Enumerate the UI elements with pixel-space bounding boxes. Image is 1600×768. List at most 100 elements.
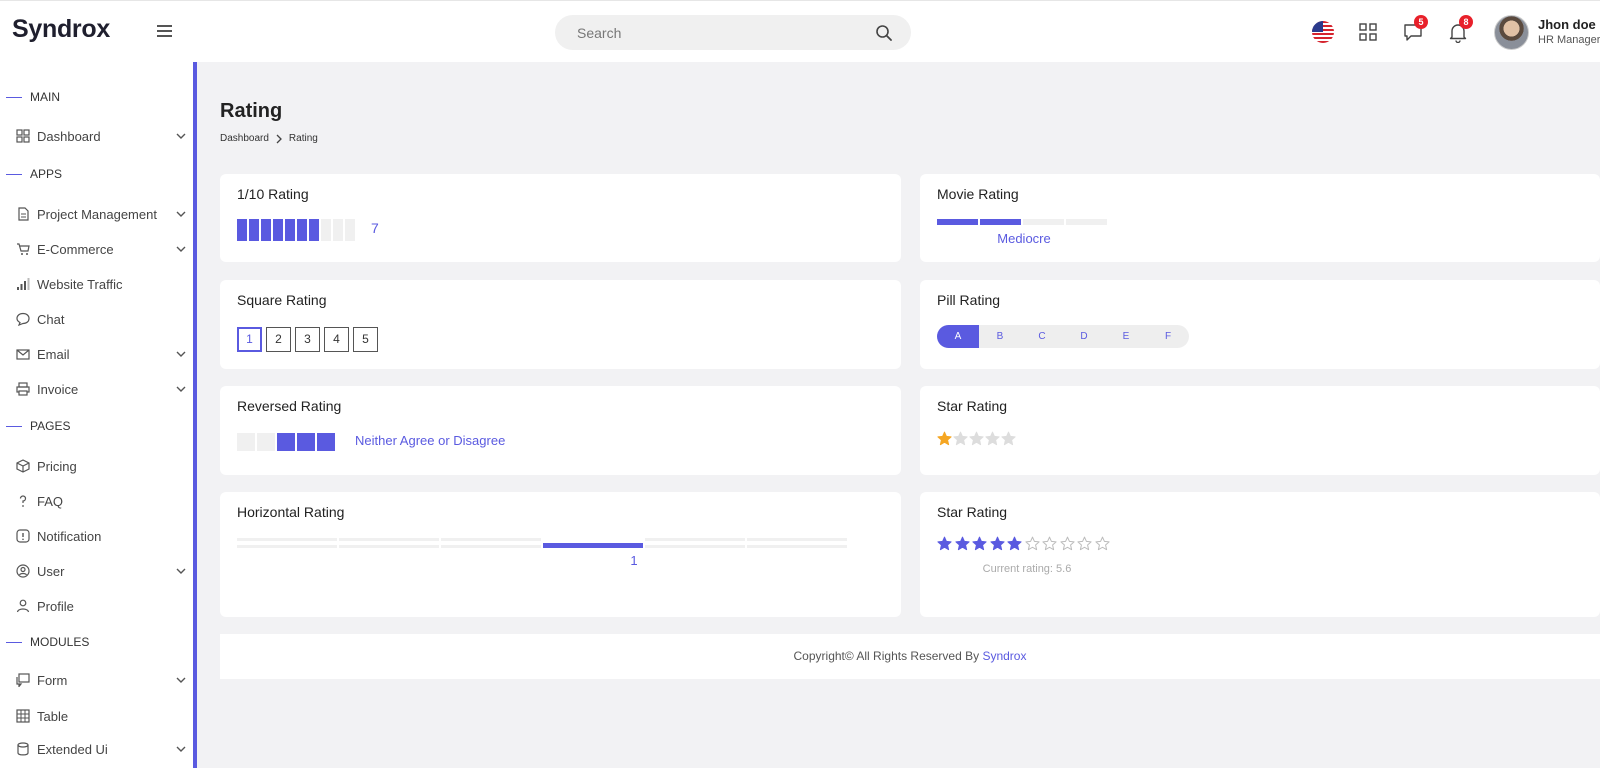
rating-bar-3[interactable] [261, 219, 271, 241]
sidebar-item-ecommerce[interactable]: E-Commerce [16, 238, 186, 260]
star-icon-2[interactable] [954, 536, 970, 551]
rating-bar-8[interactable] [321, 219, 331, 241]
sidebar-item-notification[interactable]: Notification [16, 525, 186, 547]
menu-toggle-icon[interactable] [157, 25, 172, 37]
sidebar-item-label: Pricing [37, 458, 77, 474]
sidebar-item-table[interactable]: Table [16, 705, 186, 727]
horizontal-rating-segment-2[interactable] [339, 538, 439, 548]
horizontal-rating-segment-1[interactable] [237, 538, 337, 548]
star-icon-3[interactable] [972, 536, 987, 551]
rating-bar-1[interactable] [237, 219, 247, 241]
sidebar-item-chat[interactable]: Chat [16, 308, 186, 330]
reversed-rating-bar-5[interactable] [317, 433, 335, 451]
square-rating-option-5[interactable]: 5 [353, 327, 378, 352]
star-icon-4[interactable] [985, 431, 1000, 446]
star-icon-10[interactable] [1094, 536, 1110, 551]
card-ten-rating: 1/10 Rating 7 [220, 174, 901, 262]
reversed-rating-bar-2[interactable] [257, 433, 275, 451]
section-label: MAIN [30, 90, 60, 104]
rating-bar-5[interactable] [285, 219, 295, 241]
movie-rating-bar-3[interactable] [1023, 219, 1064, 225]
sidebar-item-label: Table [37, 708, 69, 724]
rating-bar-9[interactable] [333, 219, 343, 241]
rating-bar-6[interactable] [297, 219, 307, 241]
star-icon-1[interactable] [937, 536, 952, 551]
chevron-down-icon[interactable] [176, 566, 186, 576]
movie-rating-label: Mediocre [997, 231, 1051, 246]
pill-rating-option-e[interactable]: E [1105, 325, 1147, 348]
movie-rating-bar-2[interactable] [980, 219, 1021, 225]
square-rating-option-1[interactable]: 1 [237, 327, 262, 352]
card-pill-rating: Pill Rating ABCDEF [920, 280, 1600, 369]
card-reversed-rating: Reversed Rating Neither Agree or Disagre… [220, 386, 901, 475]
star-icon-4[interactable] [989, 536, 1005, 551]
rating-bar-2[interactable] [249, 219, 259, 241]
table-icon [16, 709, 30, 723]
movie-rating-bar-4[interactable] [1066, 219, 1107, 225]
sidebar-item-faq[interactable]: FAQ [16, 490, 186, 512]
horizontal-rating-segment-3[interactable] [441, 538, 541, 548]
square-rating-option-3[interactable]: 3 [295, 327, 320, 352]
horizontal-rating-segment-6[interactable] [747, 538, 847, 548]
avatar[interactable] [1494, 15, 1529, 50]
star-icon-5[interactable] [1007, 536, 1022, 551]
search-input[interactable] [577, 15, 857, 50]
search-icon[interactable] [875, 24, 893, 42]
chevron-down-icon[interactable] [176, 349, 186, 359]
chevron-down-icon[interactable] [176, 384, 186, 394]
star-icon-2[interactable] [953, 431, 968, 446]
signal-bars-icon [17, 278, 30, 290]
reversed-rating-bar-3[interactable] [277, 433, 295, 451]
apps-grid-icon[interactable] [1357, 21, 1379, 43]
pill-rating-option-c[interactable]: C [1021, 325, 1063, 348]
question-mark-icon [19, 495, 27, 507]
messages-badge: 5 [1414, 15, 1428, 29]
sidebar-item-extended-ui[interactable]: Extended Ui [16, 738, 186, 760]
star-icon-6[interactable] [1024, 536, 1040, 551]
chevron-down-icon[interactable] [176, 244, 186, 254]
chevron-down-icon[interactable] [176, 675, 186, 685]
footer-brand-link[interactable]: Syndrox [982, 649, 1026, 663]
movie-rating-bar-1[interactable] [937, 219, 978, 225]
rating-bar-4[interactable] [273, 219, 283, 241]
horizontal-rating-segment-4[interactable] [543, 538, 643, 548]
star-icon-1[interactable] [937, 431, 952, 446]
pill-rating-option-f[interactable]: F [1147, 325, 1189, 348]
language-flag-icon[interactable] [1312, 21, 1334, 43]
pill-rating-option-d[interactable]: D [1063, 325, 1105, 348]
reversed-rating-bar-4[interactable] [297, 433, 315, 451]
rating-bar-7[interactable] [309, 219, 319, 241]
star-icon-3[interactable] [969, 431, 984, 446]
chevron-down-icon[interactable] [176, 131, 186, 141]
sidebar-item-invoice[interactable]: Invoice [16, 378, 186, 400]
sidebar-item-email[interactable]: Email [16, 343, 186, 365]
star-icon-8[interactable] [1059, 536, 1075, 551]
sidebar-item-user[interactable]: User [16, 560, 186, 582]
sidebar-item-profile[interactable]: Profile [16, 595, 186, 617]
reversed-rating-bar-1[interactable] [237, 433, 255, 451]
sidebar-item-website-traffic[interactable]: Website Traffic [16, 273, 186, 295]
breadcrumb-current: Rating [288, 133, 318, 144]
sidebar-item-pricing[interactable]: Pricing [16, 455, 186, 477]
horizontal-rating-segment-5[interactable] [645, 538, 745, 548]
chevron-down-icon[interactable] [176, 209, 186, 219]
star-icon-5[interactable] [1001, 431, 1016, 446]
breadcrumb-link-dashboard[interactable]: Dashboard [220, 133, 269, 144]
sidebar-item-dashboard[interactable]: Dashboard [16, 125, 186, 147]
chevron-down-icon[interactable] [176, 744, 186, 754]
star-icon-9[interactable] [1077, 536, 1092, 551]
star-icon-7[interactable] [1042, 536, 1057, 551]
sidebar-item-form[interactable]: Form [16, 669, 186, 691]
pill-rating-widget: ABCDEF [937, 325, 1189, 348]
pill-rating-option-b[interactable]: B [979, 325, 1021, 348]
square-rating-option-4[interactable]: 4 [324, 327, 349, 352]
pill-rating-option-a[interactable]: A [937, 325, 979, 348]
square-rating-option-2[interactable]: 2 [266, 327, 291, 352]
brand-logo[interactable]: Syndrox [12, 15, 110, 44]
sidebar-item-label: Extended Ui [37, 741, 108, 757]
sidebar-item-project-management[interactable]: Project Management [16, 203, 186, 225]
user-name[interactable]: Jhon doe [1538, 17, 1596, 32]
rating-bar-10[interactable] [345, 219, 355, 241]
sidebar-item-label: Form [37, 672, 68, 688]
reversed-rating-label: Neither Agree or Disagree [355, 433, 506, 448]
